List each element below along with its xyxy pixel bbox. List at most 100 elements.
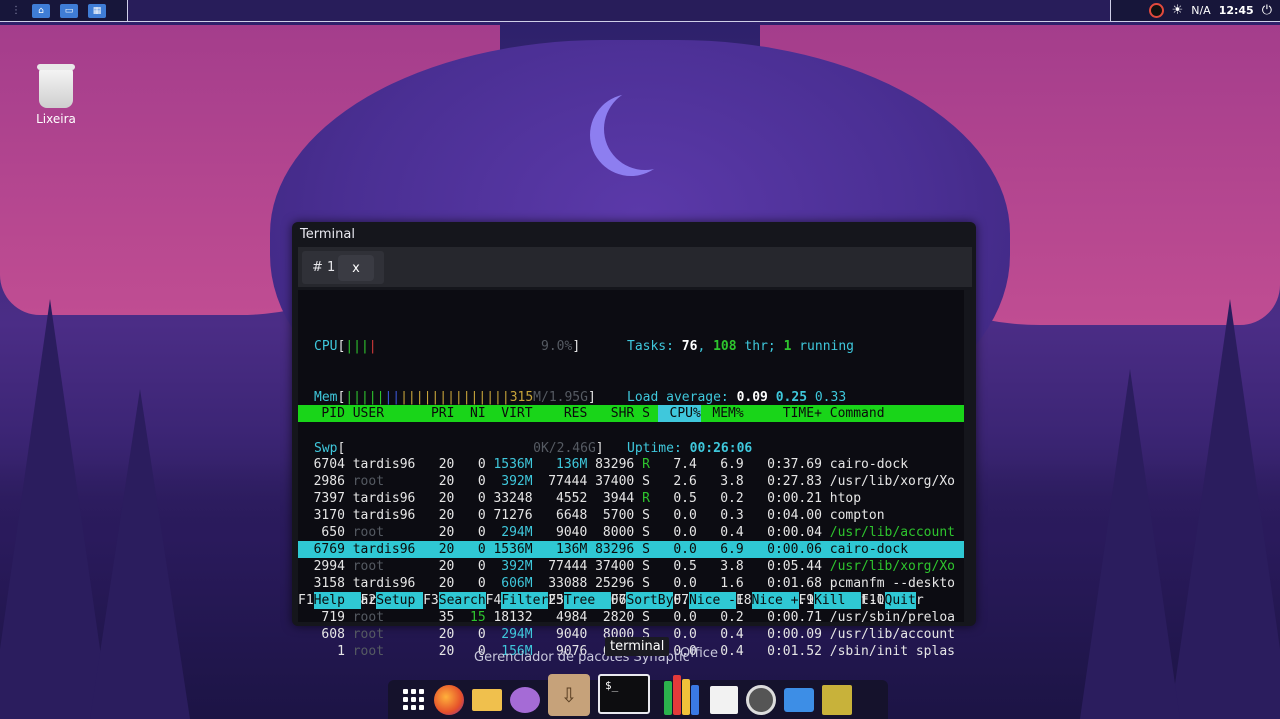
- column-header-user[interactable]: USER: [353, 405, 423, 422]
- file-manager-icon[interactable]: ▭: [60, 3, 78, 18]
- process-cell-s: R: [642, 457, 650, 472]
- fkey-label-f10[interactable]: Quit: [884, 592, 916, 609]
- mail-icon[interactable]: [472, 688, 502, 711]
- process-cell-cmd: /usr/lib/account: [829, 627, 955, 642]
- moon-icon: [604, 88, 686, 170]
- fkey-f2[interactable]: F2: [361, 592, 377, 609]
- image-viewer-icon[interactable]: [822, 684, 852, 715]
- fkey-label-f6[interactable]: SortBy: [626, 592, 674, 609]
- fkey-f1[interactable]: F1: [298, 592, 314, 609]
- column-header-pri[interactable]: PRI: [431, 405, 454, 422]
- process-cell-cmd: cairo-dock: [829, 457, 909, 472]
- desktop-icon-trash[interactable]: Lixeira: [30, 64, 82, 126]
- fkey-label-f7[interactable]: Nice -: [689, 592, 736, 609]
- process-cell-ni: 0: [477, 525, 486, 540]
- column-header-pid[interactable]: PID: [298, 405, 344, 422]
- panel-handle-icon[interactable]: ⋮: [10, 4, 22, 18]
- process-cell-pid: 2986: [313, 474, 345, 489]
- column-header-time[interactable]: TIME+: [752, 405, 822, 422]
- process-row[interactable]: 6704 tardis96 20 0 1536M 136M 83296 R 7.4 6.9 0:37…: [298, 456, 964, 473]
- fkey-f4[interactable]: F4: [486, 592, 502, 609]
- fkey-f8[interactable]: F8: [736, 592, 752, 609]
- process-row[interactable]: 6769 tardis96 20 0 1536M 136M 83296 S 0.0 6.9 0:00…: [298, 541, 964, 558]
- fkey-f6[interactable]: F6: [611, 592, 627, 609]
- fkey-f9[interactable]: F9: [798, 592, 814, 609]
- fkey-label-f1[interactable]: Help: [313, 592, 361, 609]
- search-icon[interactable]: [746, 684, 776, 715]
- process-row[interactable]: 650 root 20 0 294M 9040 8000 S 0.0 0.4 0:00.04/usr…: [298, 524, 964, 541]
- column-header-ni[interactable]: NI: [462, 405, 486, 422]
- process-row[interactable]: 3170 tardis96 20 0 71276 6648 5700 S 0.0 0.3 0:04.…: [298, 507, 964, 524]
- fkey-label-f5[interactable]: Tree: [563, 592, 611, 609]
- terminal-window[interactable]: Terminal # 1 x CPU[|||| 9.0%] Mem[||||||…: [292, 222, 976, 659]
- process-cell-pri: 20: [438, 644, 455, 659]
- fkey-f3[interactable]: F3: [423, 592, 439, 609]
- update-indicator-icon[interactable]: [1148, 3, 1164, 18]
- process-cell-ni: 0: [477, 474, 486, 489]
- terminal-icon[interactable]: $_: [598, 673, 650, 714]
- home-icon[interactable]: ⌂: [32, 3, 50, 18]
- column-header-mem[interactable]: MEM%: [705, 405, 743, 422]
- process-cell-shr: 3944: [602, 491, 635, 506]
- fkey-f7[interactable]: F7: [673, 592, 689, 609]
- fkey-label-f8[interactable]: Nice +: [751, 592, 799, 609]
- fkey-label-f9[interactable]: Kill: [814, 592, 862, 609]
- text-editor-icon[interactable]: [710, 685, 738, 714]
- process-cell-time: 0:01.52: [767, 644, 822, 659]
- firefox-icon[interactable]: [434, 684, 464, 715]
- column-header-s[interactable]: S: [642, 405, 650, 422]
- process-cell-ni: 0: [477, 559, 486, 574]
- tab-close-button[interactable]: x: [338, 255, 374, 281]
- process-cell-virt: 71276: [493, 508, 533, 523]
- process-row[interactable]: 719 root 35 15 18132 4984 2820 S 0.0 0.2 0:00.71/u…: [298, 609, 964, 626]
- column-header-cpu[interactable]: CPU%: [657, 405, 701, 422]
- process-cell-cpu: 2.6: [673, 474, 697, 489]
- window-title: Terminal: [300, 227, 355, 242]
- app-grid-icon[interactable]: [400, 684, 426, 716]
- process-cell-cpu: 0.0: [673, 576, 697, 591]
- process-row[interactable]: 3158 tardis96 20 0 606M 33088 25296 S 0.0 1.6 0:01…: [298, 575, 964, 592]
- process-cell-res: 136M: [556, 542, 588, 557]
- fkey-label-f2[interactable]: Setup: [376, 592, 424, 609]
- column-header-res[interactable]: RES: [533, 405, 587, 422]
- process-cell-user: root: [352, 474, 385, 489]
- battery-status[interactable]: N/A: [1191, 4, 1210, 17]
- process-cell-pri: 20: [438, 627, 455, 642]
- process-cell-s: R: [642, 491, 650, 506]
- process-row[interactable]: 7397 tardis96 20 0 33248 4552 3944 R 0.5 0.2 0:00.…: [298, 490, 964, 507]
- process-row[interactable]: 2986 root 20 0 392M 77444 37400 S 2.6 3.8 0:27.83 /…: [298, 473, 964, 490]
- fkey-f5[interactable]: F5: [548, 592, 564, 609]
- process-cell-res: 4984: [556, 610, 588, 625]
- terminal-content[interactable]: CPU[|||| 9.0%] Mem[|||||||||||||||||||||…: [298, 290, 964, 659]
- fkey-f10[interactable]: F10: [861, 592, 884, 609]
- column-header-cmd[interactable]: Command: [830, 405, 963, 422]
- office-icon[interactable]: [658, 671, 702, 715]
- process-cell-cmd: /usr/lib/xorg/Xo: [829, 474, 955, 489]
- process-cell-cmd: /usr/lib/account: [829, 525, 955, 540]
- process-cell-mem: 0.2: [720, 491, 744, 506]
- column-header-shr[interactable]: SHR: [587, 405, 634, 422]
- power-icon[interactable]: ⏻: [1262, 3, 1272, 18]
- fkey-label-f4[interactable]: Filter: [501, 592, 549, 609]
- process-cell-cpu: 0.0: [673, 508, 697, 523]
- app-launcher-icon[interactable]: ▦: [88, 3, 106, 18]
- column-header-virt[interactable]: VIRT: [486, 405, 532, 422]
- process-cell-user: root: [352, 525, 385, 540]
- messenger-icon[interactable]: [510, 686, 540, 713]
- synaptic-icon[interactable]: ⇩: [548, 673, 590, 716]
- process-cell-mem: 0.2: [720, 610, 744, 625]
- process-cell-res: 136M: [556, 457, 588, 472]
- tab-1[interactable]: # 1 x: [302, 251, 384, 284]
- process-cell-cmd: /usr/lib/xorg/Xo: [829, 559, 955, 574]
- process-row[interactable]: 2994 root 20 0 392M 77444 37400 S 0.5 3.8 0:05.44 /…: [298, 558, 964, 575]
- process-cell-res: 9040: [556, 627, 588, 642]
- process-table-header[interactable]: PID USER PRI NI VIRT RES SHR S CPU% MEM% TIME+ Comm…: [298, 405, 964, 422]
- process-cell-s: S: [642, 474, 650, 489]
- brightness-icon[interactable]: ☀: [1172, 3, 1184, 18]
- process-cell-s: S: [642, 610, 650, 625]
- fkey-label-f3[interactable]: Search: [438, 592, 486, 609]
- downloads-folder-icon[interactable]: [784, 687, 814, 712]
- process-cell-time: 0:00.09: [767, 627, 822, 642]
- process-cell-user: root: [352, 559, 385, 574]
- clock[interactable]: 12:45: [1219, 4, 1254, 17]
